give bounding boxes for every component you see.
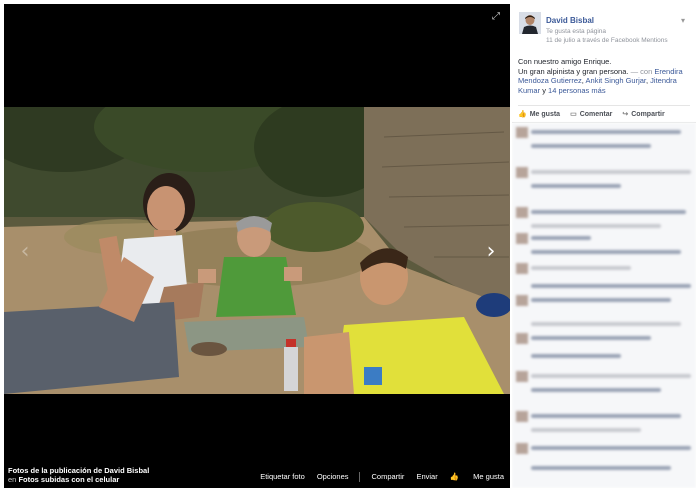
comment-row xyxy=(514,207,694,218)
options-button[interactable]: Opciones xyxy=(317,472,349,482)
share-icon: ↪ xyxy=(622,111,629,118)
comment-row xyxy=(514,385,694,395)
photo-caption: Fotos de la publicación de David Bisbal … xyxy=(8,466,149,484)
tag-link[interactable]: Ankit Singh Gurjar xyxy=(586,76,646,85)
comment-line xyxy=(531,322,681,326)
post-text: Con nuestro amigo Enrique. Un gran alpin… xyxy=(518,57,692,95)
comment-label: Comentar xyxy=(579,110,613,118)
sidebar-share-button[interactable]: ↪ Compartir xyxy=(622,108,664,120)
comment-row xyxy=(514,463,694,473)
like-label: Me gusta xyxy=(529,110,561,118)
divider xyxy=(358,472,360,482)
comment-line xyxy=(531,266,631,270)
post-actions: 👍 Me gusta ▭ Comentar ↪ Compartir xyxy=(518,108,675,120)
comment-line xyxy=(531,336,651,340)
post-line-2: Un gran alpinista y gran persona. xyxy=(518,66,629,76)
comment-line xyxy=(531,170,691,174)
comment-row xyxy=(514,371,694,382)
post-line-1: Con nuestro amigo Enrique. xyxy=(518,57,612,66)
comment-avatar xyxy=(516,207,528,218)
with-prefix: — con xyxy=(630,66,653,76)
comment-row xyxy=(514,281,694,291)
sidebar-like-button[interactable]: 👍 Me gusta xyxy=(518,108,560,120)
album-link[interactable]: Fotos subidas con el celular xyxy=(18,475,119,484)
comment-avatar xyxy=(516,167,528,178)
thumbs-up-icon: 👍 xyxy=(518,111,527,118)
chevron-left-icon[interactable]: ‹ xyxy=(18,240,32,264)
post-line-2-wrap: Un gran alpinista y gran persona. — con … xyxy=(518,66,683,95)
comment-row xyxy=(514,263,694,274)
comment-line xyxy=(531,210,686,214)
sidebar-comment-button[interactable]: ▭ Comentar xyxy=(570,108,612,120)
comment-line xyxy=(531,224,661,228)
comment-row xyxy=(514,351,694,361)
comment-row xyxy=(514,411,694,422)
photo-stage: ⤢ ‹ › Fotos de la publicación de David B… xyxy=(4,4,510,488)
like-button-label: Me gusta xyxy=(473,472,504,481)
caption-title[interactable]: Fotos de la publicación de David Bisbal xyxy=(8,466,149,475)
comment-row xyxy=(514,233,694,244)
tag-photo-button[interactable]: Etiquetar foto xyxy=(260,472,305,482)
share-label: Compartir xyxy=(631,110,665,118)
photo[interactable] xyxy=(4,107,510,394)
comment-row xyxy=(514,319,694,329)
comment-row xyxy=(514,167,694,178)
comments-area-blurred xyxy=(512,123,696,488)
comment-line xyxy=(531,446,691,450)
photo-viewer: ⤢ ‹ › Fotos de la publicación de David B… xyxy=(0,0,700,490)
comment-avatar xyxy=(516,333,528,344)
comment-avatar xyxy=(516,411,528,422)
like-button[interactable]: 👍 Me gusta xyxy=(450,472,504,482)
comment-line xyxy=(531,236,591,240)
and-word: y xyxy=(542,85,546,95)
comment-row xyxy=(514,333,694,344)
comment-avatar xyxy=(516,443,528,454)
comment-avatar xyxy=(516,263,528,274)
comment-line xyxy=(531,184,621,188)
comment-row xyxy=(514,181,694,191)
send-button[interactable]: Enviar xyxy=(416,472,437,482)
comment-line xyxy=(531,428,641,432)
comment-line xyxy=(531,298,671,302)
photo-actions: Etiquetar foto Opciones Compartir Enviar… xyxy=(248,472,504,482)
chevron-down-icon[interactable]: ▾ xyxy=(681,16,690,25)
comment-line xyxy=(531,374,691,378)
comment-icon: ▭ xyxy=(570,111,577,118)
comment-row xyxy=(514,247,694,257)
comment-avatar xyxy=(516,371,528,382)
caption-prefix: en xyxy=(8,475,17,484)
comment-line xyxy=(531,414,681,418)
more-people-link[interactable]: 14 personas más xyxy=(548,86,606,95)
comment-row xyxy=(514,443,694,454)
comment-line xyxy=(531,466,671,470)
expand-icon[interactable]: ⤢ xyxy=(492,12,502,22)
comment-line xyxy=(531,284,691,288)
comment-line xyxy=(531,354,621,358)
comment-avatar xyxy=(516,233,528,244)
comment-row xyxy=(514,127,694,138)
comment-avatar xyxy=(516,295,528,306)
comment-line xyxy=(531,250,681,254)
comment-row xyxy=(514,221,694,231)
comment-row xyxy=(514,141,694,151)
comment-avatar xyxy=(516,127,528,138)
post-meta[interactable]: 11 de julio a través de Facebook Mention… xyxy=(546,37,668,44)
post-sidebar: David Bisbal Te gusta esta página 11 de … xyxy=(512,4,696,488)
liked-status: Te gusta esta página xyxy=(546,28,606,35)
comment-row xyxy=(514,295,694,306)
avatar[interactable] xyxy=(519,12,541,34)
page-name[interactable]: David Bisbal xyxy=(546,16,594,25)
divider xyxy=(518,105,690,106)
comment-row xyxy=(514,425,694,435)
comment-line xyxy=(531,388,661,392)
photo-footer: Fotos de la publicación de David Bisbal … xyxy=(4,464,510,488)
comment-line xyxy=(531,130,681,134)
chevron-right-icon[interactable]: › xyxy=(484,240,498,264)
share-button[interactable]: Compartir xyxy=(372,472,405,482)
comment-line xyxy=(531,144,651,148)
